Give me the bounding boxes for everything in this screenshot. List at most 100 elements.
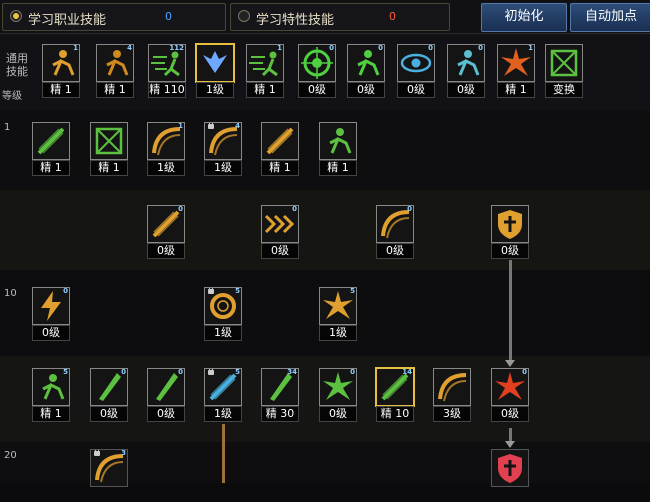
throw-skill[interactable]: 4 精 1 xyxy=(96,44,134,98)
skill-level-badge: 4 xyxy=(235,122,240,130)
target-icon: 0 xyxy=(298,44,336,82)
skill-level-badge: 0 xyxy=(407,205,412,213)
skill-level-label: 精 30 xyxy=(261,406,299,422)
skill-level-badge: 5 xyxy=(350,287,355,295)
target-skill[interactable]: 0 0级 xyxy=(298,44,336,98)
red-burst-skill[interactable]: 0 0级 xyxy=(491,368,529,422)
swipe-skill[interactable]: 0 0级 xyxy=(376,205,414,259)
slash-icon xyxy=(261,122,299,160)
chevrons-icon: 0 xyxy=(261,205,299,243)
pierce-skill[interactable]: 0 0级 xyxy=(90,368,128,422)
skill-level-badge: 0 xyxy=(121,368,126,376)
skill-level-badge: 0 xyxy=(522,368,527,376)
fist-skill[interactable]: 5 精 1 xyxy=(32,368,70,422)
eye-icon: 0 xyxy=(397,44,435,82)
reset-button[interactable]: 初始化 xyxy=(481,3,567,32)
arc-skill[interactable]: 1 1级 xyxy=(147,122,185,176)
triple-skill[interactable]: 0 0级 xyxy=(261,205,299,259)
rune-icon xyxy=(545,44,583,82)
rune-icon xyxy=(90,122,128,160)
crescent-skill[interactable]: 4 1级 xyxy=(204,122,242,176)
slash-icon xyxy=(32,122,70,160)
skill-level-badge: 0 xyxy=(350,368,355,376)
transform-skill[interactable]: 变换 xyxy=(545,44,583,98)
level-label: 等级 xyxy=(2,91,22,102)
skill-level-badge: 0 xyxy=(63,287,68,295)
skill-level-badge: 1 xyxy=(178,122,183,130)
skill-level-label: 精 1 xyxy=(42,82,80,98)
skill-level-label: 0级 xyxy=(376,243,414,259)
slash-a-skill[interactable]: 精 1 xyxy=(32,122,70,176)
blade-skill[interactable]: 精 1 xyxy=(261,122,299,176)
skill-level-label: 0级 xyxy=(319,406,357,422)
skill-level-badge: 1 xyxy=(73,44,78,52)
toggle-skill[interactable]: 精 1 xyxy=(319,122,357,176)
star-skill[interactable]: 0 0级 xyxy=(319,368,357,422)
dash-skill[interactable]: 112 精 110 xyxy=(148,44,186,98)
skill-level-label: 精 110 xyxy=(148,82,186,98)
skill-level-label: 精 1 xyxy=(32,406,70,422)
slash-icon: 14 xyxy=(375,367,415,407)
tab-job-skills[interactable]: 学习职业技能 0 xyxy=(2,3,226,31)
skill-level-label: 0级 xyxy=(491,406,529,422)
skill-level-label: 精 1 xyxy=(319,160,357,176)
figure-icon: 1 xyxy=(42,44,80,82)
cut-skill[interactable]: 0 0级 xyxy=(147,368,185,422)
eye-skill[interactable]: 0 0级 xyxy=(397,44,435,98)
wing-skill[interactable]: 1级 xyxy=(195,43,235,98)
skill-level-badge: 0 xyxy=(178,368,183,376)
spark-skill[interactable]: 5 1级 xyxy=(204,368,242,422)
skill-level-label: 3级 xyxy=(433,406,471,422)
skill-level-label: 0级 xyxy=(147,243,185,259)
shield-skill[interactable]: 0级 xyxy=(491,205,529,259)
ring-skill[interactable]: 5 1级 xyxy=(204,287,242,341)
leap-skill[interactable]: 0 0级 xyxy=(347,44,385,98)
wing-icon xyxy=(195,43,235,83)
skill-level-badge: 0 xyxy=(178,205,183,213)
bolt-icon: 0 xyxy=(32,287,70,325)
skill-level-label: 1级 xyxy=(204,160,242,176)
skill-level-badge: 14 xyxy=(402,368,412,376)
level-number: 20 xyxy=(4,450,17,461)
storm-skill[interactable]: 5 1级 xyxy=(319,287,357,341)
wave-skill[interactable]: 3 xyxy=(90,449,128,502)
lock-icon xyxy=(208,288,214,294)
timer-skill[interactable]: 3级 xyxy=(433,368,471,422)
radio-icon xyxy=(10,10,22,22)
common-skills-label: 通用 技能 xyxy=(6,52,28,78)
prerequisite-connector xyxy=(222,424,225,483)
tab-label: 学习职业技能 xyxy=(28,13,107,28)
skill-level-label: 0级 xyxy=(397,82,435,98)
burst-icon: 1 xyxy=(497,44,535,82)
skill-level-badge: 34 xyxy=(287,368,297,376)
skill-level-label: 1级 xyxy=(204,325,242,341)
shield-icon xyxy=(491,449,529,487)
guard-skill[interactable] xyxy=(491,449,529,502)
burst-skill[interactable]: 1 精 1 xyxy=(497,44,535,98)
auto-assign-button[interactable]: 自动加点 xyxy=(570,3,650,32)
ring-icon: 5 xyxy=(204,287,242,325)
skill-level-label: 0级 xyxy=(90,406,128,422)
skill-level-badge: 0 xyxy=(329,44,334,52)
slash-b-skill[interactable]: 精 1 xyxy=(90,122,128,176)
prerequisite-connector xyxy=(509,260,512,364)
cross-skill[interactable]: 14 精 10 xyxy=(375,367,415,422)
skill-level-badge: 0 xyxy=(378,44,383,52)
skill-level-badge: 1 xyxy=(528,44,533,52)
sword-skill[interactable]: 34 精 30 xyxy=(261,368,299,422)
arc-icon xyxy=(433,368,471,406)
figure-icon: 5 xyxy=(32,368,70,406)
skill-level-label: 精 1 xyxy=(96,82,134,98)
aura-skill[interactable]: 0 0级 xyxy=(447,44,485,98)
bolt-skill[interactable]: 0 0级 xyxy=(32,287,70,341)
meditate-skill[interactable]: 1 精 1 xyxy=(42,44,80,98)
tab-trait-skills[interactable]: 学习特性技能 0 xyxy=(230,3,450,31)
run-skill[interactable]: 1 精 1 xyxy=(246,44,284,98)
claw-skill[interactable]: 0 0级 xyxy=(147,205,185,259)
skill-level-label: 精 1 xyxy=(497,82,535,98)
arrow-icon xyxy=(505,441,515,448)
blade-icon: 0 xyxy=(90,368,128,406)
blade-icon: 0 xyxy=(147,368,185,406)
skill-level-label: 精 1 xyxy=(261,160,299,176)
skill-level-label: 0级 xyxy=(32,325,70,341)
